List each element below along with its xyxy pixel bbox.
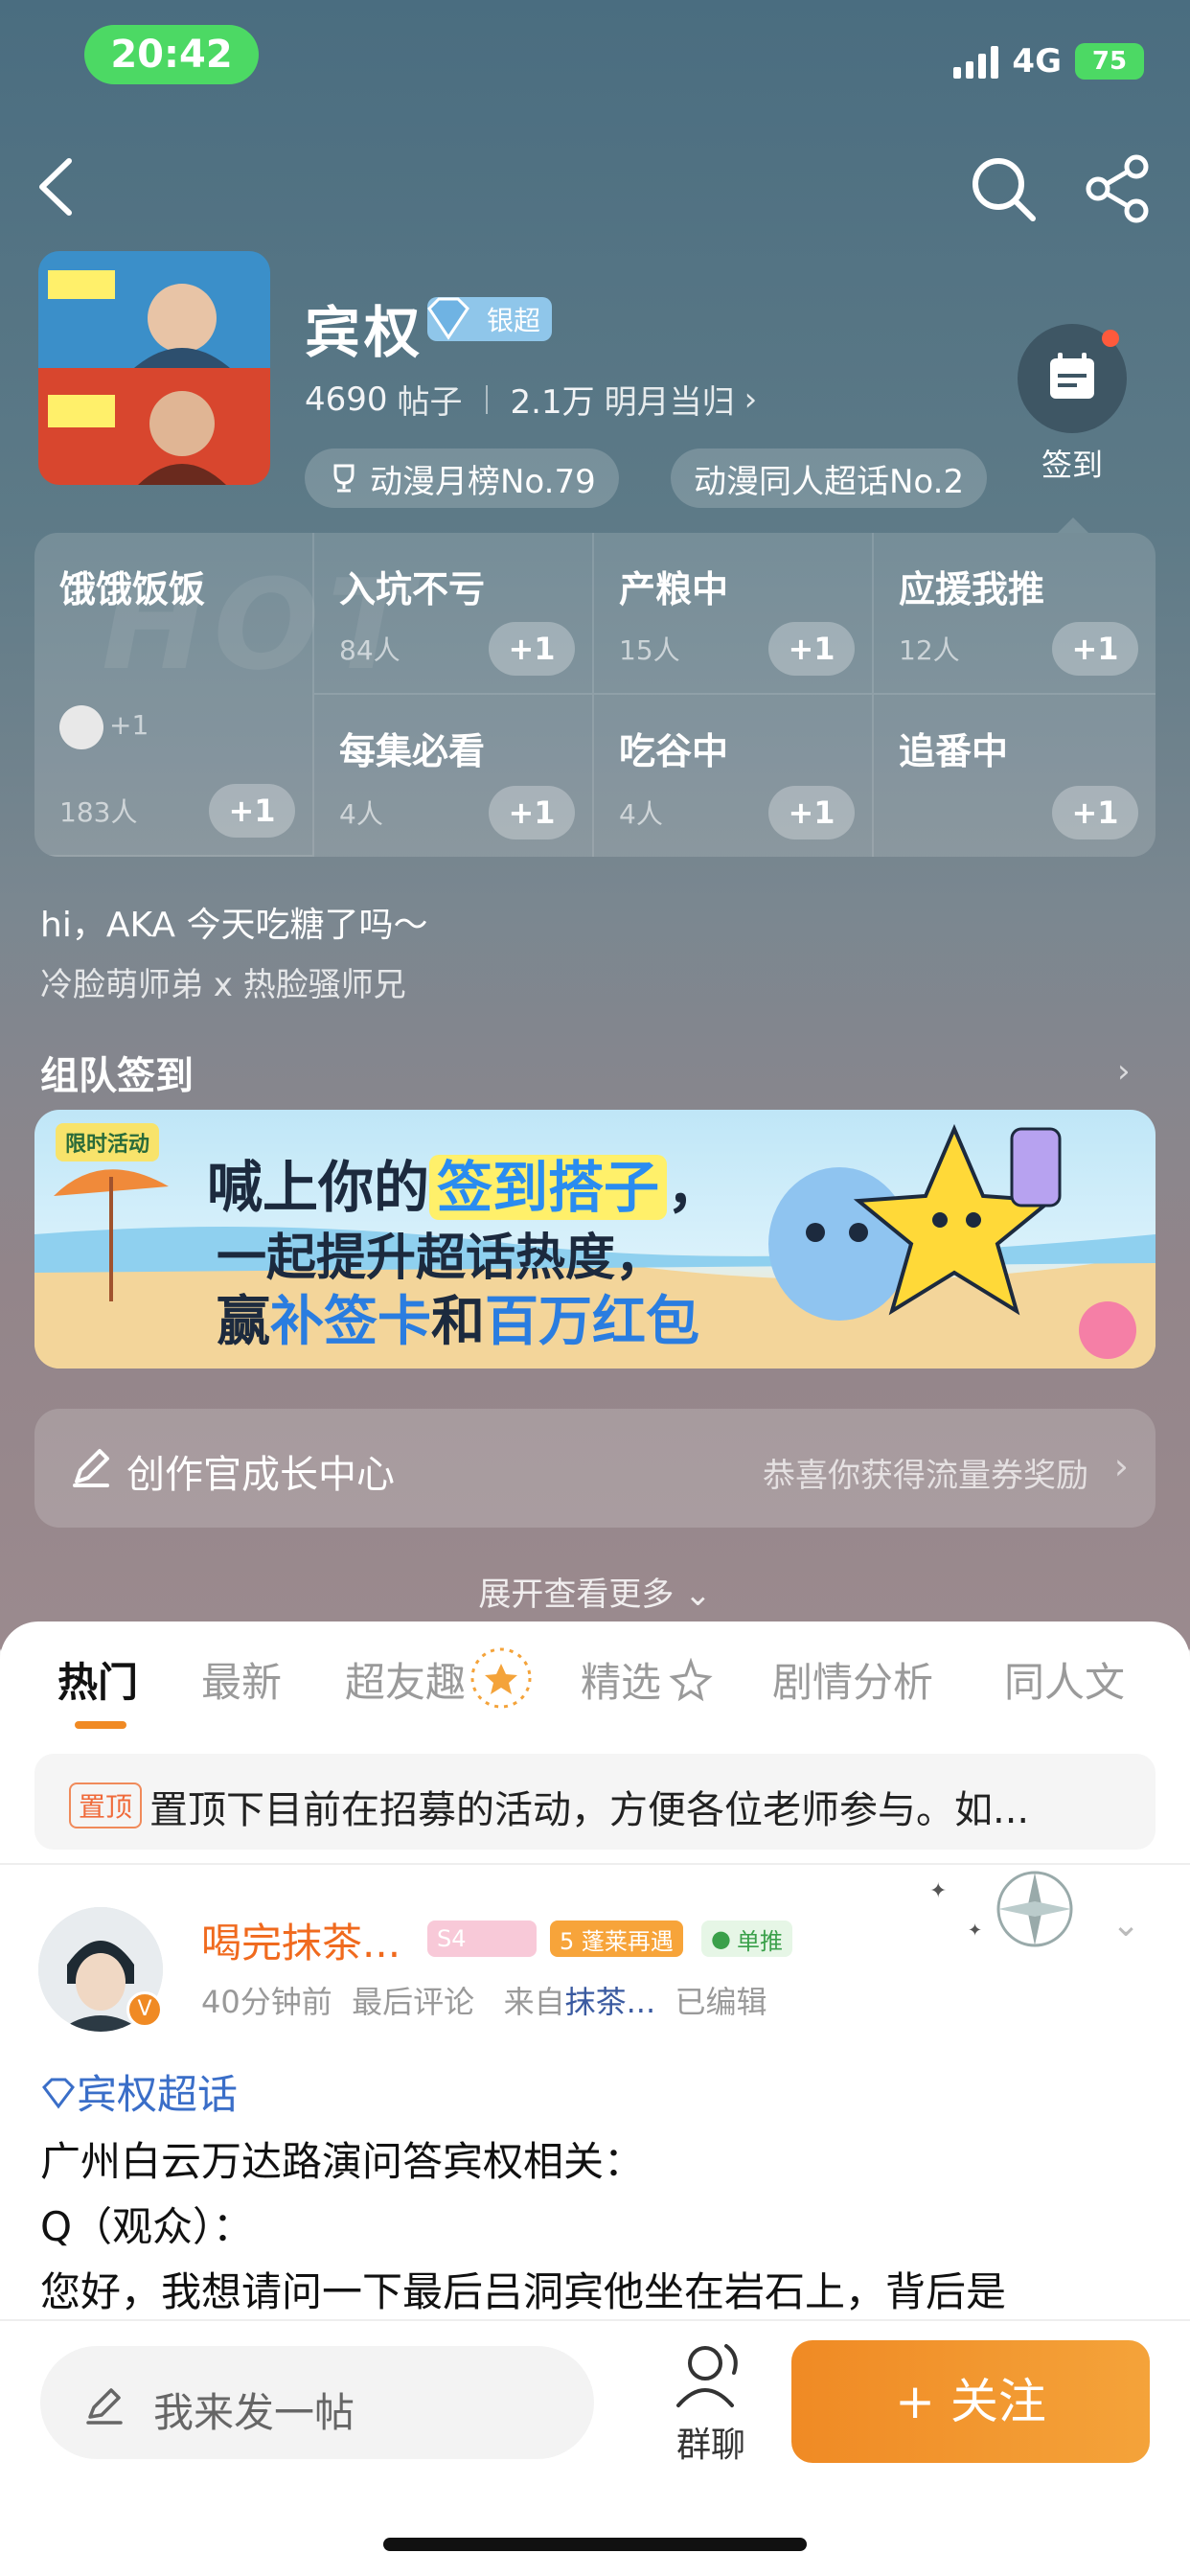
tag-cell[interactable]: 入坑不亏 84人 +1: [314, 533, 594, 695]
tab-latest[interactable]: 最新: [201, 1650, 282, 1709]
checkin-button[interactable]: [1018, 324, 1127, 433]
home-indicator: [383, 2538, 807, 2551]
battery-icon: 75: [1075, 43, 1144, 80]
notification-dot: [1102, 330, 1119, 347]
topic-stats: 4690 帖子 2.1万 明月当归 ›: [305, 376, 757, 423]
cover-image[interactable]: [38, 251, 270, 485]
network-type: 4G: [1012, 42, 1062, 80]
post-meta: 40分钟前 最后评论 来自抹茶... 已编辑: [201, 1984, 767, 2020]
tag-cell[interactable]: 追番中 +1: [874, 695, 1156, 857]
plus-one-button[interactable]: +1: [768, 622, 855, 676]
tab-friends[interactable]: 超友趣: [345, 1650, 466, 1709]
post-text-line: 您好，我想请问一下最后吕洞宾他坐在岩石上，背后是: [40, 2268, 1007, 2315]
compose-button[interactable]: 我来发一帖: [40, 2346, 594, 2459]
author-name[interactable]: 喝完抹茶...: [201, 1911, 400, 1969]
plus-one-button[interactable]: +1: [489, 622, 575, 676]
sparkle-icon: [669, 1658, 713, 1702]
verified-icon: V: [126, 1991, 163, 2028]
plus-one-button[interactable]: +1: [768, 786, 855, 840]
page-title: 宾权: [305, 300, 424, 365]
supertopic-page: 20:42 4G 75 宾权 银超 4690 帖子 2.1万 明月当归 › 动漫…: [0, 0, 1190, 2576]
signal-icon: [953, 44, 999, 79]
posts-count: 4690: [305, 380, 388, 419]
event-banner[interactable]: 限时活动 喊上你的 签到搭子， 一起提升超话热度， 赢补签卡和百万红包: [34, 1110, 1156, 1368]
back-icon[interactable]: [29, 153, 86, 220]
svg-text:✦: ✦: [968, 1920, 982, 1941]
active-tab-indicator: [75, 1721, 126, 1729]
followers-label[interactable]: 明月当归: [605, 376, 735, 423]
status-time: 20:42: [84, 25, 259, 84]
greeting-text: hi，AKA 今天吃糖了吗～: [40, 906, 428, 945]
tag-cell[interactable]: 每集必看 4人 +1: [314, 695, 594, 857]
fan-badge: 5 蓬莱再遇: [550, 1920, 683, 1957]
team-checkin-title[interactable]: 组队签到: [40, 1045, 194, 1100]
group-chat-icon[interactable]: [671, 2336, 751, 2413]
plus-one-button[interactable]: +1: [1052, 622, 1138, 676]
feed-tabs: 热门 最新 超友趣 精选 剧情分析 同人文: [0, 1647, 1190, 1727]
plus-one-button[interactable]: +1: [1052, 786, 1138, 840]
tag-cell[interactable]: 饿饿饭饭 +1 183人 +1: [34, 533, 314, 857]
tab-selected[interactable]: 精选: [581, 1650, 661, 1709]
fan-rank-pill[interactable]: 动漫同人超话No.2: [671, 448, 988, 508]
checkin-label: 签到: [1041, 447, 1103, 483]
pinned-post[interactable]: 置顶 置顶下目前在招募的活动，方便各位老师参与。如...: [34, 1754, 1156, 1850]
creator-center-row[interactable]: 创作官成长中心 恭喜你获得流量券奖励 ›: [34, 1409, 1156, 1528]
trophy-icon: [333, 464, 355, 493]
topic-link[interactable]: 宾权超话: [40, 2062, 238, 2121]
tab-hot[interactable]: 热门: [57, 1650, 138, 1709]
compass-decoration-icon: ✦✦: [929, 1871, 1073, 1947]
pinned-tag: 置顶: [69, 1782, 143, 1828]
pen-icon: [86, 2388, 123, 2425]
tag-cell[interactable]: 吃谷中 4人 +1: [594, 695, 874, 857]
popover-caret: [1058, 518, 1088, 533]
silver-badge[interactable]: 银超: [427, 297, 552, 341]
pen-icon: [73, 1449, 109, 1487]
status-indicators: 4G 75: [953, 36, 1144, 86]
single-stan-badge: ● 单推: [701, 1920, 792, 1957]
chevron-right-icon: ›: [744, 380, 758, 419]
tag-grid: HOT 饿饿饭饭 +1 183人 +1 入坑不亏 84人 +1 产粮中 15人 …: [34, 533, 1156, 857]
tab-fanfic[interactable]: 同人文: [1004, 1650, 1125, 1709]
svg-text:✦: ✦: [929, 1879, 947, 1903]
bottom-action-bar: 我来发一帖 群聊 + 关注: [0, 2319, 1190, 2576]
tag-cell[interactable]: 产粮中 15人 +1: [594, 533, 874, 695]
monthly-rank-pill[interactable]: 动漫月榜No.79: [305, 448, 619, 508]
follow-button[interactable]: + 关注: [791, 2340, 1150, 2463]
expand-more-button[interactable]: 展开查看更多 ⌄: [0, 1568, 1190, 1615]
posts-label: 帖子: [397, 383, 463, 422]
share-icon[interactable]: [1083, 153, 1154, 224]
level-badge: S4: [427, 1920, 537, 1957]
limited-time-tag: 限时活动: [56, 1123, 160, 1162]
diamond-icon: [42, 2078, 75, 2109]
post-text-line: 广州白云万达路演问答宾权相关：: [40, 2138, 645, 2185]
group-chat-label[interactable]: 群聊: [657, 2417, 765, 2467]
plus-one-button[interactable]: +1: [489, 786, 575, 840]
chevron-right-icon[interactable]: ›: [1117, 1052, 1131, 1091]
topic-description: 冷脸萌师弟 x 热脸骚师兄: [40, 966, 406, 1004]
avatar: [59, 705, 103, 749]
tag-cell[interactable]: 应援我推 12人 +1: [874, 533, 1156, 695]
followers-count: 2.1万: [510, 383, 595, 422]
chevron-right-icon: ›: [1113, 1445, 1129, 1487]
star-badge-icon: [470, 1647, 532, 1709]
search-icon[interactable]: [968, 153, 1039, 224]
diamond-icon: [427, 297, 469, 340]
tab-plot-analysis[interactable]: 剧情分析: [772, 1650, 933, 1709]
post-text-line: Q（观众）：: [40, 2203, 254, 2250]
plus-one-button[interactable]: +1: [209, 784, 295, 838]
chevron-down-icon[interactable]: ⌄: [1111, 1905, 1140, 1944]
